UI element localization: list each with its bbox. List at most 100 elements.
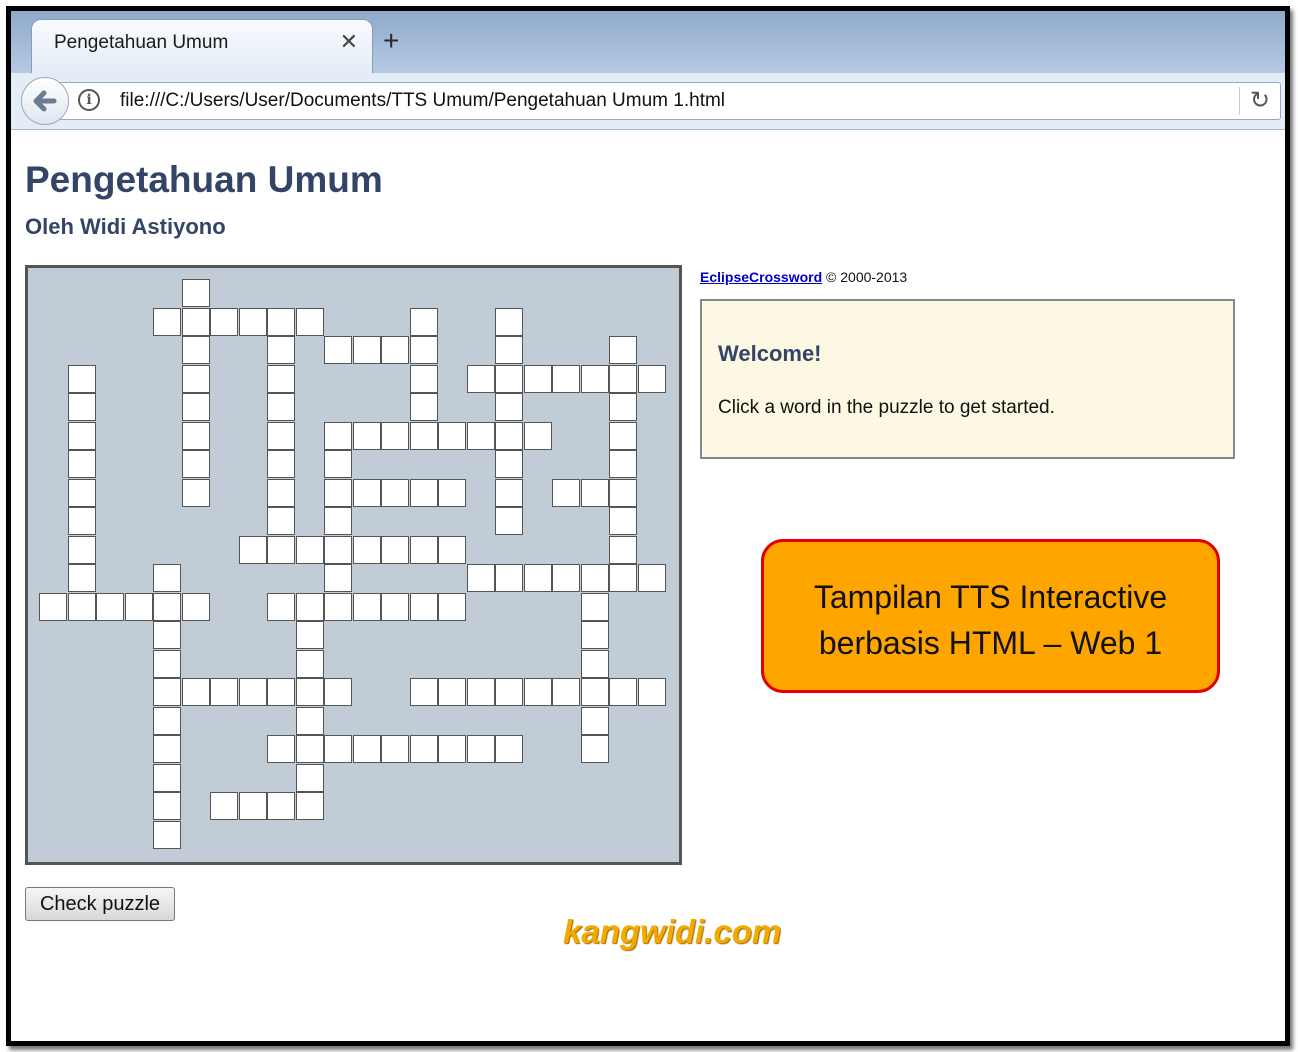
crossword-cell[interactable] [438,592,466,621]
crossword-cell[interactable] [181,421,210,450]
crossword-cell[interactable] [466,735,495,763]
crossword-cell[interactable] [580,621,609,649]
crossword-cell[interactable] [523,421,552,450]
crossword-cell[interactable] [324,735,352,763]
crossword-cell[interactable] [238,792,267,820]
crossword-cell[interactable] [580,364,609,393]
address-bar[interactable]: i file:///C:/Users/User/Documents/TTS Um… [45,82,1281,120]
crossword-cell[interactable] [352,592,381,621]
crossword-cell[interactable] [67,478,96,507]
crossword-cell[interactable] [295,307,324,336]
crossword-cell[interactable] [295,535,324,564]
crossword-cell[interactable] [324,535,352,564]
crossword-cell[interactable] [523,678,552,706]
crossword-cell[interactable] [67,592,96,621]
crossword-cell[interactable] [267,792,295,820]
crossword-cell[interactable] [409,478,438,507]
crossword-cell[interactable] [295,706,324,735]
crossword-cell[interactable] [67,421,96,450]
crossword-cell[interactable] [409,336,438,364]
crossword-cell[interactable] [324,336,352,364]
crossword-cell[interactable] [580,592,609,621]
crossword-cell[interactable] [153,564,181,592]
crossword-cell[interactable] [438,535,466,564]
crossword-cell[interactable] [267,450,295,478]
crossword-cell[interactable] [381,336,409,364]
crossword-cell[interactable] [609,336,637,364]
crossword-cell[interactable] [153,820,181,849]
crossword-cell[interactable] [637,678,666,706]
crossword-cell[interactable] [409,307,438,336]
crossword-cell[interactable] [267,421,295,450]
crossword-cell[interactable] [267,336,295,364]
check-puzzle-button[interactable]: Check puzzle [25,887,175,921]
crossword-cell[interactable] [324,478,352,507]
crossword-cell[interactable] [552,564,580,592]
crossword-cell[interactable] [324,678,352,706]
back-button[interactable] [21,77,69,125]
crossword-cell[interactable] [495,393,523,421]
crossword-cell[interactable] [609,421,637,450]
crossword-cell[interactable] [295,792,324,820]
crossword-cell[interactable] [210,307,238,336]
crossword-cell[interactable] [381,592,409,621]
crossword-cell[interactable] [409,535,438,564]
crossword-cell[interactable] [438,735,466,763]
browser-tab[interactable]: Pengetahuan Umum ✕ [31,19,373,74]
crossword-cell[interactable] [466,421,495,450]
crossword-cell[interactable] [124,592,153,621]
reload-icon[interactable]: ↻ [1250,86,1270,115]
crossword-cell[interactable] [67,535,96,564]
crossword-cell[interactable] [267,592,295,621]
crossword-cell[interactable] [580,706,609,735]
crossword-cell[interactable] [637,564,666,592]
crossword-cell[interactable] [495,307,523,336]
crossword-cell[interactable] [495,478,523,507]
crossword-cell[interactable] [181,450,210,478]
crossword-cell[interactable] [552,678,580,706]
crossword-cell[interactable] [181,592,210,621]
crossword-cell[interactable] [267,393,295,421]
crossword-cell[interactable] [324,450,352,478]
crossword-cell[interactable] [181,279,210,307]
crossword-cell[interactable] [466,364,495,393]
crossword-cell[interactable] [409,364,438,393]
crossword-cell[interactable] [181,478,210,507]
crossword-cell[interactable] [210,678,238,706]
crossword-cell[interactable] [67,507,96,535]
crossword-cell[interactable] [495,421,523,450]
crossword-cell[interactable] [267,678,295,706]
crossword-cell[interactable] [552,478,580,507]
crossword-cell[interactable] [409,421,438,450]
crossword-cell[interactable] [181,307,210,336]
crossword-cell[interactable] [409,393,438,421]
crossword-cell[interactable] [67,393,96,421]
crossword-cell[interactable] [210,792,238,820]
crossword-cell[interactable] [352,421,381,450]
crossword-cell[interactable] [96,592,124,621]
crossword-cell[interactable] [324,564,352,592]
crossword-cell[interactable] [409,735,438,763]
crossword-cell[interactable] [609,393,637,421]
crossword-cell[interactable] [67,364,96,393]
crossword-cell[interactable] [181,678,210,706]
crossword-cell[interactable] [324,507,352,535]
crossword-cell[interactable] [552,364,580,393]
crossword-cell[interactable] [609,678,637,706]
crossword-cell[interactable] [238,535,267,564]
crossword-cell[interactable] [295,592,324,621]
crossword-cell[interactable] [153,307,181,336]
crossword-cell[interactable] [466,678,495,706]
crossword-cell[interactable] [580,649,609,678]
crossword-cell[interactable] [466,564,495,592]
close-icon[interactable]: ✕ [340,29,358,55]
crossword-cell[interactable] [580,678,609,706]
crossword-cell[interactable] [267,307,295,336]
crossword-cell[interactable] [523,564,552,592]
crossword-cell[interactable] [609,450,637,478]
crossword-cell[interactable] [267,364,295,393]
crossword-cell[interactable] [67,564,96,592]
crossword-cell[interactable] [609,564,637,592]
crossword-cell[interactable] [495,678,523,706]
crossword-cell[interactable] [381,735,409,763]
